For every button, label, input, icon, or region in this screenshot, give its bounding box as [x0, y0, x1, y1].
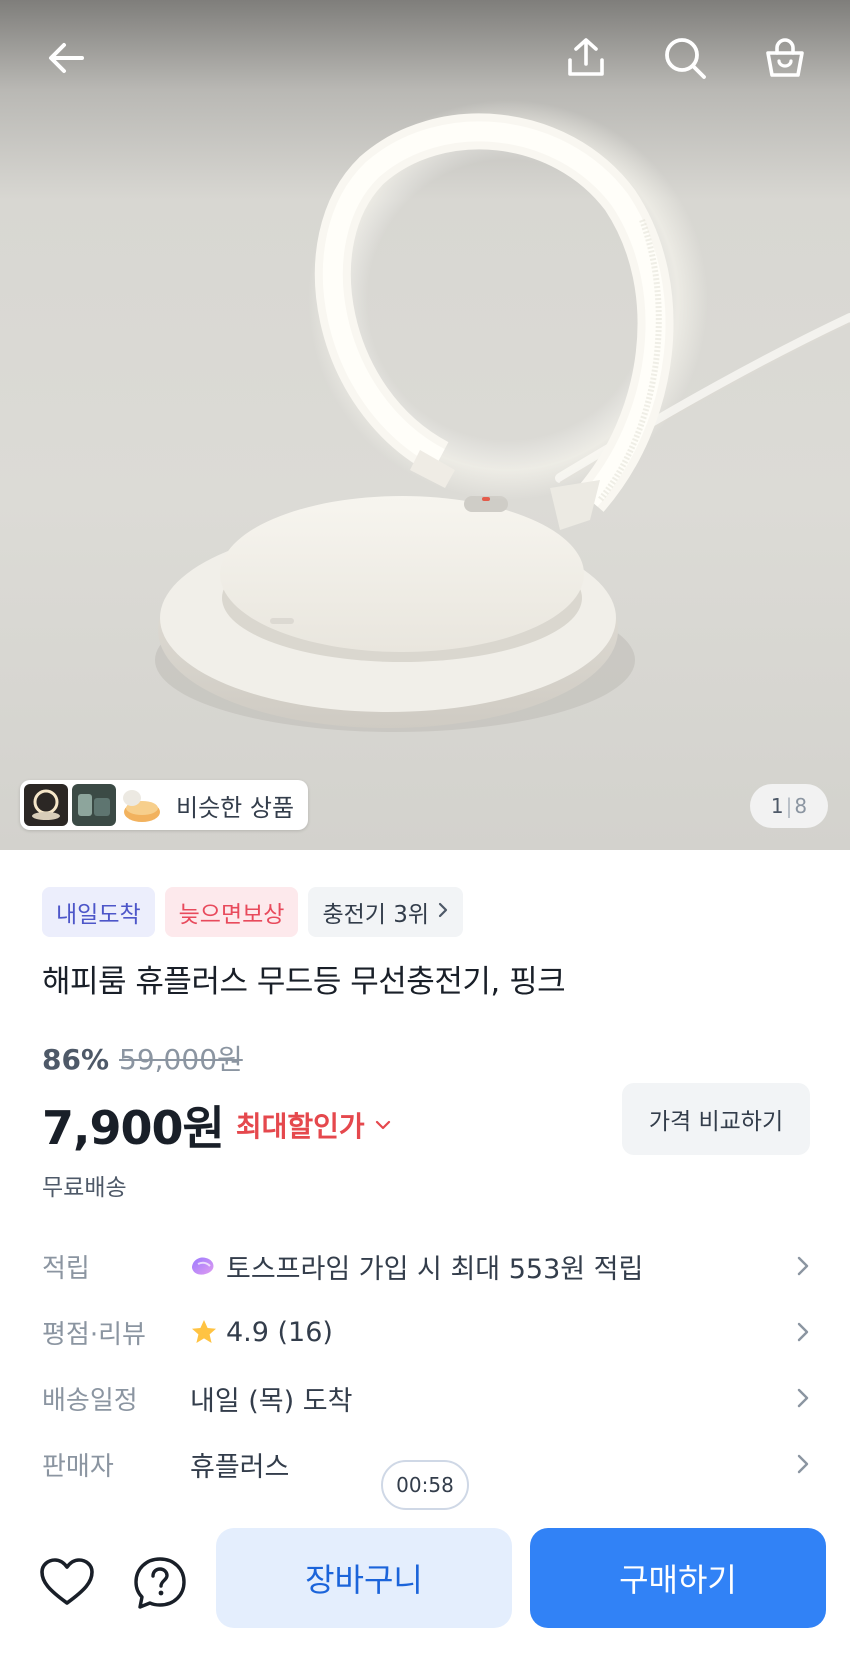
- badge-category-rank[interactable]: 충전기 3위: [308, 887, 464, 937]
- chevron-right-icon: [437, 900, 449, 925]
- buy-now-button[interactable]: 구매하기: [530, 1528, 826, 1628]
- shopping-bag-icon: [766, 38, 804, 77]
- search-button[interactable]: [655, 28, 715, 88]
- chevron-down-icon: [375, 1120, 390, 1130]
- delivery-key: 배송일정: [42, 1385, 138, 1416]
- discount-rate: 86%: [42, 1043, 110, 1076]
- badge-rank-label: 충전기 3위: [322, 902, 430, 928]
- delivery-schedule-row[interactable]: 배송일정 내일 (목) 도착: [42, 1370, 810, 1426]
- product-title: 해피룸 휴플러스 무드등 무선충전기, 핑크: [42, 964, 566, 1000]
- rating-value: 4.9 (16): [226, 1316, 333, 1348]
- max-discount-toggle[interactable]: 최대할인가: [236, 1105, 391, 1145]
- delivery-value: 내일 (목) 도착: [190, 1385, 353, 1417]
- rating-key: 평점·리뷰: [42, 1319, 146, 1350]
- top-navigation-bar: [0, 0, 850, 116]
- points-value: 토스프라임 가입 시 최대 553원 적립: [226, 1253, 644, 1285]
- max-discount-label: 최대할인가: [235, 1110, 365, 1143]
- free-shipping-text: 무료배송: [42, 1175, 127, 1201]
- badge-late-compensation: 늦으면보상: [164, 887, 299, 937]
- seller-value: 휴플러스: [190, 1451, 290, 1483]
- badge-next-day-delivery: 내일도착: [42, 887, 155, 937]
- product-photo: [155, 100, 850, 732]
- badge-row: 내일도착 늦으면보상 충전기 3위: [42, 887, 464, 937]
- original-price: 59,000원: [119, 1043, 243, 1076]
- similar-products-button[interactable]: 비슷한 상품: [20, 780, 309, 830]
- add-to-cart-button[interactable]: 장바구니: [216, 1528, 512, 1628]
- heart-icon: [40, 1558, 94, 1605]
- price-compare-button[interactable]: 가격 비교하기: [622, 1083, 810, 1155]
- star-icon: [190, 1318, 218, 1346]
- toss-prime-icon: [190, 1254, 218, 1278]
- discount-row: 86% 59,000원: [42, 1038, 243, 1078]
- search-icon: [665, 38, 706, 79]
- chevron-right-icon: [780, 1255, 810, 1277]
- chevron-right-icon: [780, 1321, 810, 1343]
- question-icon: [134, 1557, 186, 1609]
- similar-thumb-3: [120, 784, 164, 826]
- cart-button[interactable]: [755, 28, 815, 88]
- bottom-action-bar: 장바구니 구매하기: [0, 1528, 850, 1667]
- share-button[interactable]: [556, 28, 616, 88]
- product-image-carousel[interactable]: 비슷한 상품 1 | 8: [0, 0, 850, 850]
- points-row[interactable]: 적립 토스프라임 가입 시 최대 553원 적립: [42, 1238, 810, 1294]
- seller-key: 판매자: [42, 1451, 114, 1482]
- similar-thumb-2: [72, 784, 116, 826]
- back-button[interactable]: [36, 28, 96, 88]
- similar-thumb-1: [24, 784, 68, 826]
- arrow-left-icon: [49, 43, 84, 73]
- image-counter: 1 | 8: [750, 784, 828, 828]
- counter-total: 8: [794, 794, 808, 818]
- points-key: 적립: [42, 1253, 90, 1284]
- sale-price: 7,900원: [42, 1101, 225, 1155]
- counter-separator: |: [785, 794, 793, 818]
- wishlist-button[interactable]: [32, 1548, 102, 1618]
- timer-badge: 00:58: [381, 1460, 469, 1510]
- share-icon: [568, 38, 604, 76]
- similar-products-label: 비슷한 상품: [176, 793, 295, 822]
- rating-review-row[interactable]: 평점·리뷰 4.9 (16): [42, 1304, 810, 1360]
- counter-current: 1: [770, 794, 784, 818]
- chevron-right-icon: [780, 1453, 810, 1475]
- inquiry-button[interactable]: [125, 1548, 195, 1618]
- chevron-right-icon: [780, 1387, 810, 1409]
- price-row: 7,900원 최대할인가: [42, 1092, 391, 1158]
